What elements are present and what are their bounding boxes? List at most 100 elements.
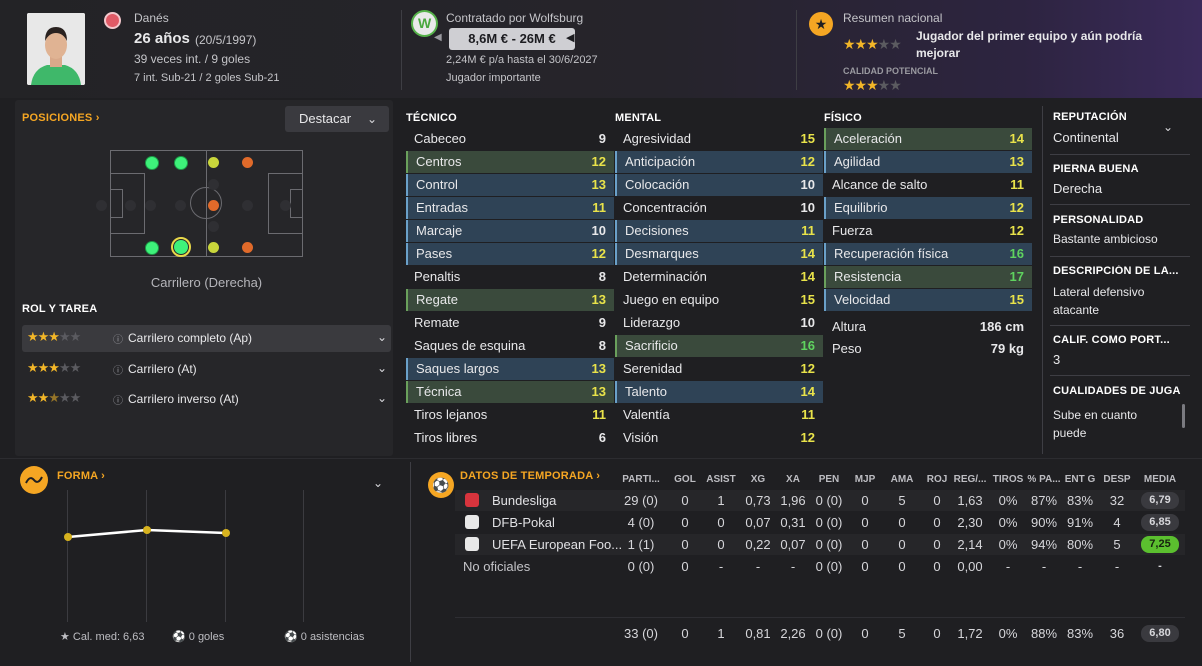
divider <box>455 617 1185 618</box>
attribute-value: 14 <box>800 384 815 399</box>
chevron-down-icon[interactable]: ⌄ <box>373 476 383 490</box>
position-dot-dc[interactable] <box>145 200 156 211</box>
attribute-row[interactable]: Penaltis 8 <box>406 266 614 288</box>
attribute-row[interactable]: Tiros lejanos 11 <box>406 404 614 426</box>
national-summary-label: Resumen nacional <box>843 11 943 25</box>
attribute-row[interactable]: Sacrificio 16 <box>615 335 823 357</box>
position-dot-ml[interactable] <box>208 157 219 168</box>
chevron-down-icon[interactable]: ⌄ <box>377 330 387 344</box>
contract-title: Contratado por Wolfsburg <box>446 11 584 25</box>
attribute-row[interactable]: Regate 13 <box>406 289 614 311</box>
highlight-dropdown[interactable]: Destacar ⌄ <box>285 106 389 132</box>
attribute-row[interactable]: Anticipación 12 <box>615 151 823 173</box>
attribute-row[interactable]: Centros 12 <box>406 151 614 173</box>
competition-name[interactable]: No oficiales <box>463 559 583 574</box>
position-dot-wbr[interactable] <box>174 240 188 254</box>
position-dot-dm[interactable] <box>175 200 186 211</box>
foot-label: PIERNA BUENA <box>1053 163 1139 175</box>
player-portrait <box>27 13 85 85</box>
position-dot-mr[interactable] <box>208 242 219 253</box>
attribute-row[interactable]: Concentración 10 <box>615 197 823 219</box>
attribute-row[interactable]: Valentía 11 <box>615 404 823 426</box>
chevron-down-icon[interactable]: ⌄ <box>377 361 387 375</box>
attribute-row[interactable]: Recuperación física 16 <box>824 243 1032 265</box>
column-header[interactable]: MEDIA <box>1138 474 1182 485</box>
position-dot-aml[interactable] <box>242 157 253 168</box>
attribute-row[interactable]: Remate 9 <box>406 312 614 334</box>
attribute-name: Tiros lejanos <box>414 407 488 422</box>
personality-value: Bastante ambicioso <box>1053 232 1158 246</box>
attribute-name: Equilibrio <box>834 200 888 215</box>
attribute-row[interactable]: Aceleración 14 <box>824 128 1032 150</box>
position-pitch <box>110 150 303 257</box>
position-dot-mcl[interactable] <box>208 179 219 190</box>
attribute-row[interactable]: Control 13 <box>406 174 614 196</box>
info-icon[interactable]: ⓘ <box>113 331 123 346</box>
competition-name[interactable]: Bundesliga <box>492 493 622 508</box>
form-title[interactable]: FORMA › <box>57 470 105 482</box>
attribute-row[interactable]: Marcaje 10 <box>406 220 614 242</box>
form-assists: ⚽ 0 asistencias <box>284 631 365 643</box>
attribute-value: 13 <box>1009 154 1024 169</box>
attribute-row[interactable]: Visión 12 <box>615 427 823 449</box>
position-dot-mcr[interactable] <box>208 221 219 232</box>
position-dot-mc[interactable] <box>208 200 219 211</box>
info-icon[interactable]: ⓘ <box>113 362 123 377</box>
attribute-value: 13 <box>591 361 606 376</box>
attribute-value: 14 <box>1009 131 1024 146</box>
attribute-value: 17 <box>1009 269 1024 284</box>
attribute-row[interactable]: Velocidad 15 <box>824 289 1032 311</box>
column-header[interactable]: PARTI... <box>619 474 663 485</box>
attribute-row[interactable]: Talento 14 <box>615 381 823 403</box>
attribute-row[interactable]: Determinación 14 <box>615 266 823 288</box>
position-dot-dr[interactable] <box>145 241 159 255</box>
attribute-row[interactable]: Resistencia 17 <box>824 266 1032 288</box>
attribute-name: Concentración <box>623 200 707 215</box>
attribute-value: 14 <box>800 246 815 261</box>
positions-title[interactable]: POSICIONES › <box>22 112 100 124</box>
attribute-row[interactable]: Fuerza 12 <box>824 220 1032 242</box>
attribute-row[interactable]: Equilibrio 12 <box>824 197 1032 219</box>
attribute-value: 13 <box>591 177 606 192</box>
season-title[interactable]: DATOS DE TEMPORADA › <box>460 470 600 482</box>
position-dot-wbl[interactable] <box>174 156 188 170</box>
competition-name[interactable]: DFB-Pokal <box>492 515 622 530</box>
position-dot-st[interactable] <box>280 200 291 211</box>
attribute-row[interactable]: Saques de esquina 8 <box>406 335 614 357</box>
position-dot-amc[interactable] <box>242 200 253 211</box>
attribute-row[interactable]: Juego en equipo 15 <box>615 289 823 311</box>
scrollbar[interactable] <box>1182 404 1185 428</box>
chevron-down-icon[interactable]: ⌄ <box>377 391 387 405</box>
position-dot-sweeper[interactable] <box>125 200 136 211</box>
attribute-row[interactable]: Saques largos 13 <box>406 358 614 380</box>
attribute-name: Serenidad <box>623 361 683 376</box>
transfer-value: 8,6M € - 26M € <box>449 28 575 50</box>
attribute-row[interactable]: Alcance de salto 11 <box>824 174 1032 196</box>
attribute-row[interactable]: Desmarques 14 <box>615 243 823 265</box>
table-cell: 0 (0) <box>627 559 655 574</box>
position-dot-dl[interactable] <box>145 156 159 170</box>
attribute-row[interactable]: Agilidad 13 <box>824 151 1032 173</box>
attribute-row[interactable]: Colocación 10 <box>615 174 823 196</box>
attribute-row[interactable]: Liderazgo 10 <box>615 312 823 334</box>
attribute-name: Tiros libres <box>414 430 478 445</box>
column-header[interactable]: DESP <box>1095 474 1139 485</box>
attribute-row[interactable]: Decisiones 11 <box>615 220 823 242</box>
attribute-value: 12 <box>800 154 815 169</box>
attribute-value: 13 <box>591 384 606 399</box>
info-icon[interactable]: ⓘ <box>113 392 123 407</box>
position-dot-amr[interactable] <box>242 242 253 253</box>
attribute-row[interactable]: Serenidad 12 <box>615 358 823 380</box>
competition-name[interactable]: UEFA European Foo... <box>492 537 622 552</box>
attribute-row[interactable]: Pases 12 <box>406 243 614 265</box>
form-goals: ⚽ 0 goles <box>172 631 225 643</box>
attribute-row[interactable]: Tiros libres 6 <box>406 427 614 449</box>
attribute-row[interactable]: Entradas 11 <box>406 197 614 219</box>
chevron-down-icon[interactable]: ⌄ <box>1163 120 1173 134</box>
attribute-row[interactable]: Técnica 13 <box>406 381 614 403</box>
attribute-name: Regate <box>416 292 458 307</box>
attribute-row[interactable]: Cabeceo 9 <box>406 128 614 150</box>
total-cell: 36 <box>1109 626 1125 641</box>
position-dot-gk[interactable] <box>96 200 107 211</box>
attribute-row[interactable]: Agresividad 15 <box>615 128 823 150</box>
